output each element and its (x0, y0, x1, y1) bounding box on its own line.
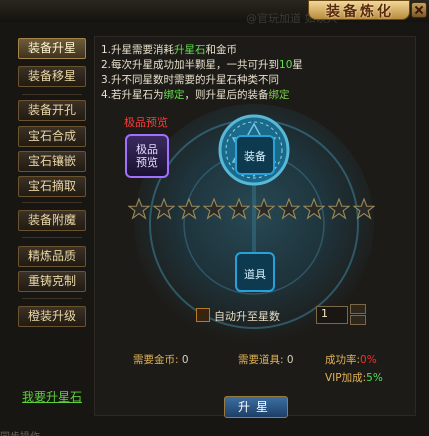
sidebar-divider (22, 237, 82, 238)
star-icon (253, 198, 275, 220)
auto-upgrade-checkbox[interactable] (196, 308, 210, 322)
sidebar-divider (22, 298, 82, 299)
sidebar-item-orange-upgrade[interactable]: 橙装升级 (18, 306, 86, 327)
star-icon (353, 198, 375, 220)
sidebar-item-gem-inlay[interactable]: 宝石镶嵌 (18, 151, 86, 172)
star-icon (303, 198, 325, 220)
auto-upgrade-label: 自动升至星数 (214, 310, 280, 323)
sidebar: 装备升星 装备移星 装备开孔 宝石合成 宝石镶嵌 宝石摘取 装备附魔 精炼品质 … (18, 38, 88, 408)
sidebar-item-star-up[interactable]: 装备升星 (18, 38, 86, 59)
close-button[interactable] (411, 2, 427, 18)
note-line: 1.升星需要消耗升星石和金币 (101, 44, 238, 56)
sidebar-item-refine-quality[interactable]: 精炼品质 (18, 246, 86, 267)
item-cost: 需要道具: 0 (238, 354, 294, 366)
sidebar-item-enchant[interactable]: 装备附魔 (18, 210, 86, 231)
note-line: 3.升不同星数时需要的升星石种类不同 (101, 74, 280, 86)
quality-box-line: 预览 (136, 156, 158, 169)
spinner-up-icon[interactable] (350, 304, 366, 314)
star-up-button[interactable]: 升星 (224, 396, 288, 418)
sidebar-item-gem-combine[interactable]: 宝石合成 (18, 126, 86, 147)
sidebar-item-recast[interactable]: 重铸克制 (18, 271, 86, 292)
window-title: 装备炼化 (326, 4, 394, 20)
star-spinner (350, 304, 366, 326)
sidebar-item-open-socket[interactable]: 装备开孔 (18, 100, 86, 121)
vip-bonus: VIP加成:5% (325, 372, 383, 384)
quality-preview-button[interactable]: 极品 预览 (125, 134, 169, 178)
star-icon (178, 198, 200, 220)
sidebar-divider (22, 202, 82, 203)
star-icon (328, 198, 350, 220)
note-line: 2.每次升星成功加半颗星，一共可升到10星 (101, 59, 303, 71)
sidebar-item-gem-remove[interactable]: 宝石摘取 (18, 176, 86, 197)
instructions: 1.升星需要消耗升星石和金币 2.每次升星成功加半颗星，一共可升到10星 3.升… (97, 38, 413, 102)
success-rate: 成功率:0% (325, 354, 377, 366)
sidebar-divider (22, 94, 82, 95)
enhance-window: @官玩加道 如以人 装备炼化 装备升星 装备移星 装备开孔 宝石合成 宝石镶嵌 … (0, 0, 429, 436)
sidebar-item-star-move[interactable]: 装备移星 (18, 66, 86, 87)
item-slot-label: 道具 (244, 268, 266, 281)
star-icon (128, 198, 150, 220)
spinner-down-icon[interactable] (350, 315, 366, 325)
star-icon (228, 198, 250, 220)
quality-preview-label: 极品预览 (124, 116, 168, 129)
my-star-stone-link[interactable]: 我要升星石 (22, 388, 82, 405)
gold-cost: 需要金币: 0 (133, 354, 189, 366)
quality-box-line: 极品 (136, 143, 158, 156)
footer-text: 同步操作 (0, 428, 40, 436)
star-icon (203, 198, 225, 220)
star-icon (278, 198, 300, 220)
star-icon (153, 198, 175, 220)
target-star-input[interactable]: 1 (316, 306, 348, 324)
equipment-slot-label: 装备 (244, 150, 266, 163)
